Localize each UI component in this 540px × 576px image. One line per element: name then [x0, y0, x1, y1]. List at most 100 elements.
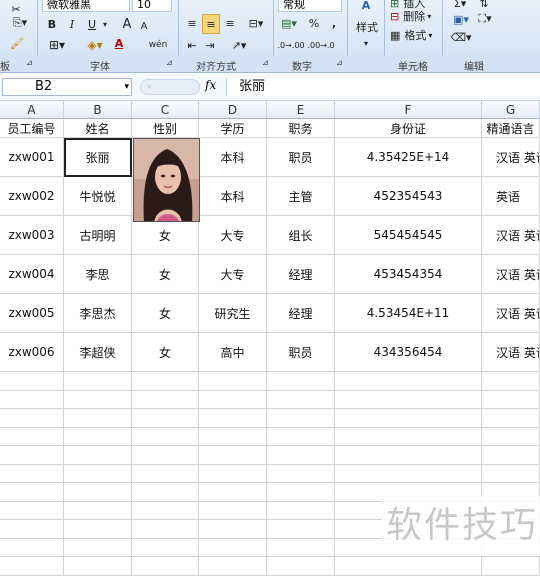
column-header-c[interactable]: C	[132, 101, 199, 119]
empty-cell[interactable]	[199, 483, 267, 502]
empty-cell[interactable]	[199, 538, 267, 557]
empty-cell[interactable]	[0, 483, 64, 502]
table-cell[interactable]: zxw002	[0, 177, 64, 216]
delete-button[interactable]: ⊟ 删除 ▾	[390, 7, 438, 25]
empty-cell[interactable]	[267, 538, 335, 557]
empty-cell[interactable]	[64, 557, 132, 576]
header-cell[interactable]: 姓名	[64, 119, 132, 138]
font-color-button[interactable]: A	[112, 34, 126, 52]
table-cell[interactable]: 职员	[267, 138, 335, 177]
table-cell[interactable]: 英语	[482, 177, 540, 216]
empty-cell[interactable]	[132, 409, 199, 428]
dialog-launcher-icon[interactable]: ⊿	[26, 58, 33, 67]
empty-cell[interactable]	[335, 372, 482, 391]
empty-cell[interactable]	[199, 446, 267, 465]
align-right-icon[interactable]: ≡	[222, 14, 238, 32]
phonetic-button[interactable]: wén	[144, 36, 172, 54]
empty-cell[interactable]	[267, 520, 335, 539]
empty-cell[interactable]	[199, 427, 267, 446]
table-cell[interactable]: 女	[132, 255, 199, 294]
empty-cell[interactable]	[132, 501, 199, 520]
table-cell[interactable]: 本科	[199, 177, 267, 216]
column-header-f[interactable]: F	[335, 101, 482, 119]
italic-button[interactable]: I	[64, 15, 80, 33]
empty-cell[interactable]	[199, 409, 267, 428]
table-cell[interactable]: 主管	[267, 177, 335, 216]
table-cell[interactable]: 汉语 英语 法语	[482, 294, 540, 333]
table-cell[interactable]: zxw001	[0, 138, 64, 177]
font-name-select[interactable]: 微软雅黑	[42, 0, 130, 12]
empty-cell[interactable]	[267, 446, 335, 465]
empty-cell[interactable]	[267, 464, 335, 483]
underline-dropdown-icon[interactable]: ▾	[100, 15, 110, 33]
table-cell[interactable]: 女	[132, 294, 199, 333]
align-center-icon[interactable]: ≡	[202, 14, 220, 34]
table-cell[interactable]: 高中	[199, 333, 267, 372]
dialog-launcher-icon[interactable]: ⊿	[336, 58, 343, 67]
column-header-g[interactable]: G	[482, 101, 540, 119]
increase-decimal-button[interactable]: .0→.00	[277, 36, 304, 54]
column-header-d[interactable]: D	[199, 101, 267, 119]
fill-color-icon[interactable]: ◈▾	[82, 36, 108, 54]
empty-cell[interactable]	[64, 390, 132, 409]
increase-indent-icon[interactable]: ⇥	[202, 36, 218, 54]
empty-cell[interactable]	[267, 501, 335, 520]
empty-cell[interactable]	[64, 464, 132, 483]
header-cell[interactable]: 学历	[199, 119, 267, 138]
empty-cell[interactable]	[335, 464, 482, 483]
table-cell[interactable]: 汉语 英语	[482, 138, 540, 177]
table-cell[interactable]: 李思	[64, 255, 132, 294]
table-cell[interactable]: 组长	[267, 216, 335, 255]
empty-cell[interactable]	[132, 372, 199, 391]
orientation-icon[interactable]: ↗▾	[228, 36, 250, 54]
name-box[interactable]: B2 ▾	[2, 78, 132, 96]
empty-cell[interactable]	[64, 409, 132, 428]
empty-cell[interactable]	[64, 538, 132, 557]
header-cell[interactable]: 精通语言	[482, 119, 540, 138]
table-cell[interactable]: 经理	[267, 294, 335, 333]
table-cell[interactable]: 453454354	[335, 255, 482, 294]
currency-icon[interactable]: ▤▾	[278, 14, 300, 32]
empty-cell[interactable]	[482, 557, 540, 576]
decrease-indent-icon[interactable]: ⇤	[184, 36, 200, 54]
empty-cell[interactable]	[482, 409, 540, 428]
table-cell[interactable]: 张丽	[64, 138, 132, 177]
empty-cell[interactable]	[267, 390, 335, 409]
empty-cell[interactable]	[0, 538, 64, 557]
format-painter-icon[interactable]: 🖌	[8, 34, 26, 52]
empty-cell[interactable]	[482, 446, 540, 465]
empty-cell[interactable]	[132, 538, 199, 557]
empty-cell[interactable]	[199, 372, 267, 391]
empty-cell[interactable]	[267, 372, 335, 391]
empty-cell[interactable]	[335, 409, 482, 428]
dialog-launcher-icon[interactable]: ⊿	[262, 58, 269, 67]
table-cell[interactable]: 职员	[267, 333, 335, 372]
dialog-launcher-icon[interactable]: ⊿	[166, 58, 173, 67]
grow-font-button[interactable]: A	[120, 15, 134, 33]
empty-cell[interactable]	[0, 464, 64, 483]
table-cell[interactable]: 研究生	[199, 294, 267, 333]
insert-function-button[interactable]: fx	[205, 78, 216, 92]
shrink-font-button[interactable]: A	[138, 17, 150, 35]
styles-icon[interactable]: A	[356, 0, 376, 14]
empty-cell[interactable]	[132, 520, 199, 539]
empty-cell[interactable]	[0, 520, 64, 539]
header-cell[interactable]: 职务	[267, 119, 335, 138]
copy-icon[interactable]: ⎘▾	[8, 14, 32, 32]
empty-cell[interactable]	[132, 446, 199, 465]
format-button[interactable]: ▦ 格式 ▾	[390, 26, 438, 44]
empty-cell[interactable]	[0, 372, 64, 391]
formula-input[interactable]: 张丽	[226, 78, 540, 96]
fill-icon[interactable]: ▣▾	[450, 10, 472, 28]
header-cell[interactable]: 身份证	[335, 119, 482, 138]
empty-cell[interactable]	[0, 557, 64, 576]
empty-cell[interactable]	[132, 483, 199, 502]
align-left-icon[interactable]: ≡	[184, 14, 200, 32]
empty-cell[interactable]	[64, 446, 132, 465]
table-cell[interactable]: 牛悦悦	[64, 177, 132, 216]
table-cell[interactable]: 434356454	[335, 333, 482, 372]
empty-cell[interactable]	[335, 427, 482, 446]
comma-button[interactable]: ,	[328, 14, 340, 32]
empty-cell[interactable]	[64, 520, 132, 539]
table-cell[interactable]: 452354543	[335, 177, 482, 216]
